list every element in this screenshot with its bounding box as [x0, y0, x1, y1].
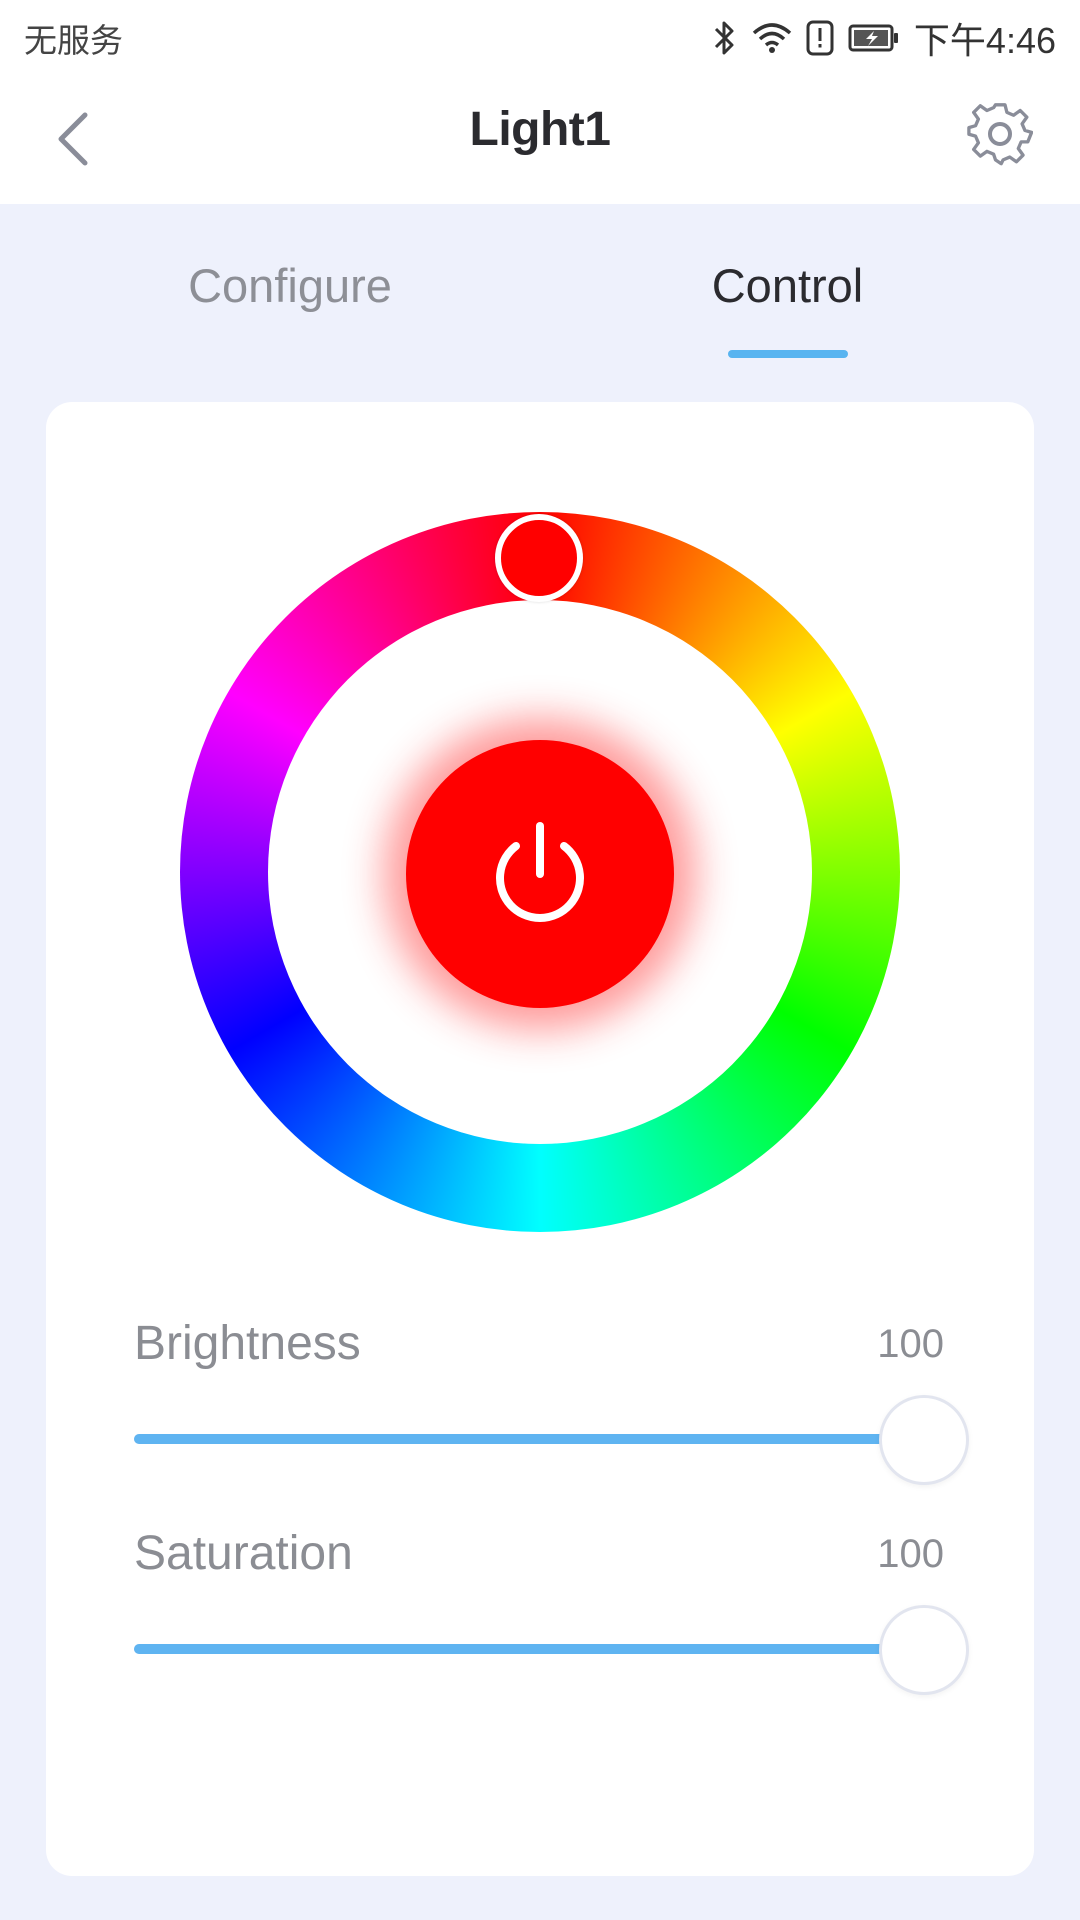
saturation-label: Saturation	[134, 1527, 353, 1580]
tab-bar: Configure Control	[0, 204, 1080, 364]
saturation-slider-fill	[134, 1644, 914, 1654]
wifi-icon	[752, 21, 792, 55]
color-wheel-handle[interactable]	[495, 514, 583, 602]
brightness-slider[interactable]	[134, 1434, 954, 1444]
saturation-value: 100	[877, 1532, 944, 1576]
alert-icon	[806, 20, 834, 56]
power-button[interactable]	[406, 740, 674, 1008]
power-icon	[480, 812, 600, 937]
clock-text: 下午4:46	[913, 20, 1056, 61]
saturation-slider[interactable]	[134, 1644, 954, 1654]
saturation-slider-thumb[interactable]	[879, 1605, 969, 1695]
brightness-slider-fill	[134, 1434, 914, 1444]
carrier-text: 无服务	[24, 22, 123, 59]
brightness-value: 100	[877, 1322, 944, 1366]
tab-control[interactable]: Control	[650, 258, 925, 313]
status-icons: 下午4:46	[712, 12, 1056, 64]
bluetooth-icon	[712, 20, 738, 56]
gear-icon	[967, 101, 1034, 172]
active-tab-indicator	[728, 350, 848, 358]
brightness-slider-thumb[interactable]	[879, 1395, 969, 1485]
status-bar: 无服务 下午4:46	[0, 0, 1080, 76]
brightness-label: Brightness	[134, 1317, 361, 1370]
tab-configure[interactable]: Configure	[150, 258, 430, 313]
app-header: Light1	[0, 76, 1080, 204]
settings-button[interactable]	[960, 96, 1040, 176]
battery-charging-icon	[848, 23, 900, 53]
page-title: Light1	[469, 103, 611, 156]
